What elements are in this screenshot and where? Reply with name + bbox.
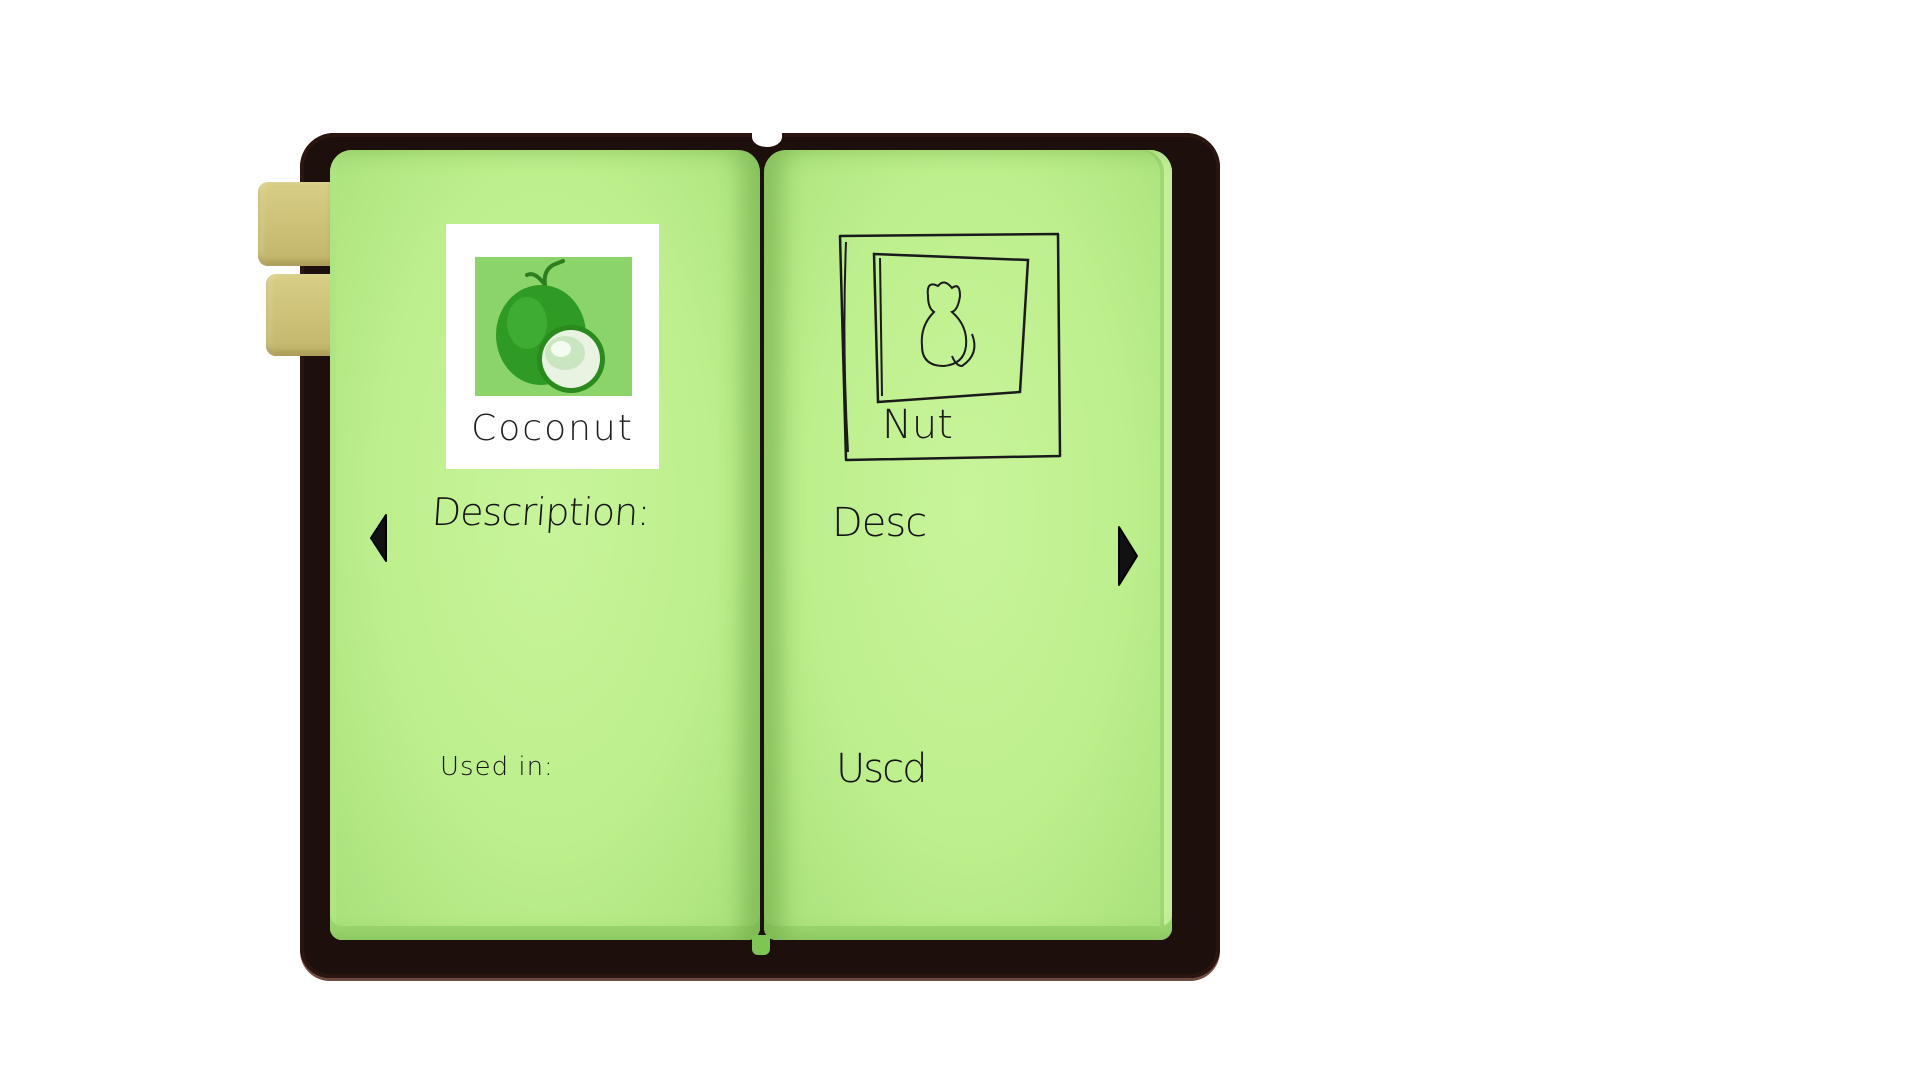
- bookmark-tab-2[interactable]: [266, 274, 340, 356]
- triangle-right-icon: [1118, 526, 1138, 586]
- used-in-label: Used in:: [440, 752, 554, 782]
- description-label: Description:: [430, 490, 651, 534]
- item-photo-card[interactable]: Coconut: [446, 224, 659, 469]
- item-name-caption: Coconut: [471, 408, 634, 449]
- previous-page-button[interactable]: [368, 513, 388, 567]
- item-photo: [475, 257, 632, 396]
- description-label-right: Desc: [832, 500, 927, 546]
- bookmark-tab-1[interactable]: [258, 182, 332, 266]
- book-spine: [752, 935, 770, 955]
- used-in-label-right: Uscd: [836, 746, 927, 792]
- nut-sketch-icon: [920, 281, 976, 368]
- item-sketch-card: Nut: [838, 232, 1062, 462]
- triangle-left-icon: [370, 514, 387, 562]
- coconut-icon: [496, 259, 605, 393]
- book-cover-notch: [752, 127, 782, 147]
- sketch-item-name: Nut: [882, 402, 953, 448]
- next-page-button[interactable]: [1116, 525, 1140, 591]
